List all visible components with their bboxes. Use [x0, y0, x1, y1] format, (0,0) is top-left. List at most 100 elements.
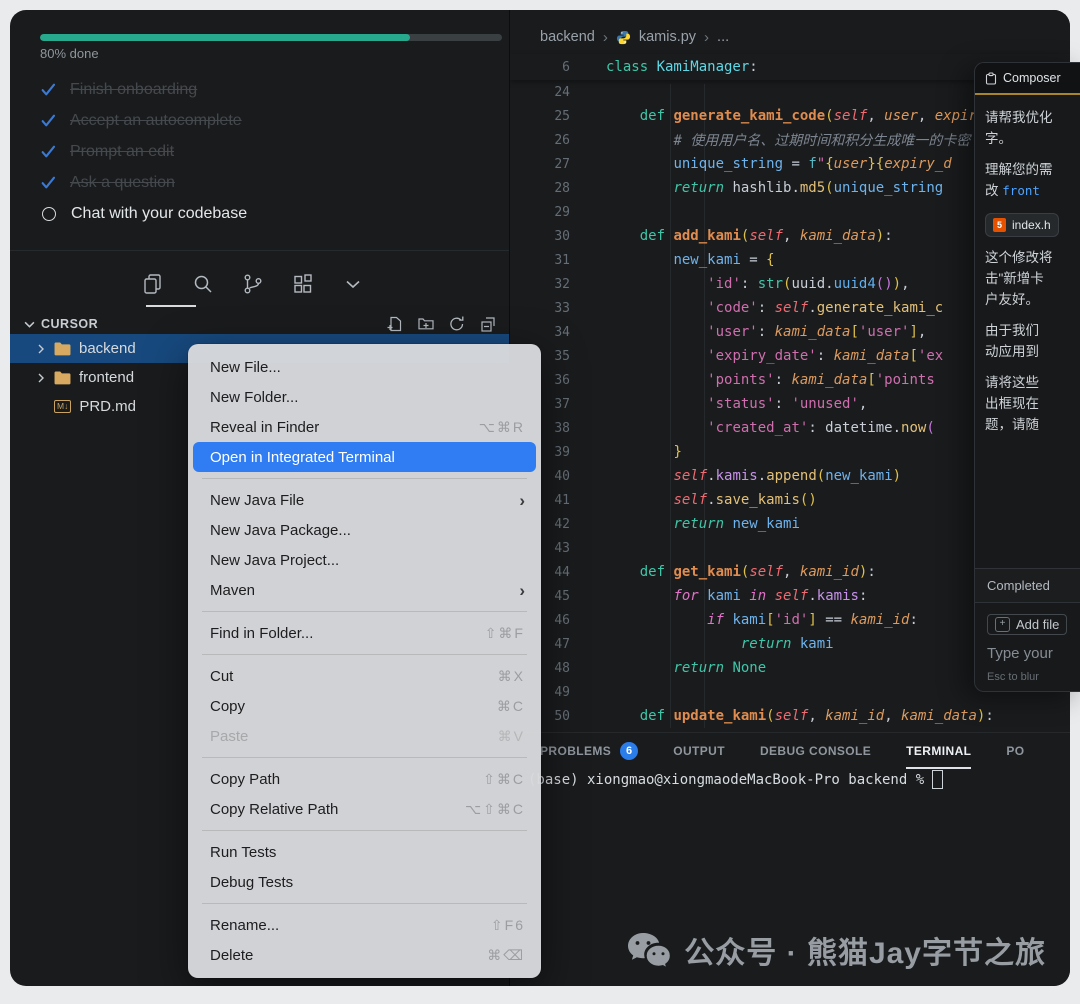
menu-separator	[202, 654, 527, 655]
panel-tab-output[interactable]: OUTPUT	[673, 733, 725, 769]
code-line: return kami	[606, 636, 834, 652]
code-token: 'user'	[707, 324, 758, 340]
panel-tab-problems[interactable]: PROBLEMS6	[540, 733, 638, 769]
menu-item-new-folder[interactable]: New Folder...	[188, 382, 541, 412]
panel-tab-debug-console[interactable]: DEBUG CONSOLE	[760, 733, 871, 769]
chevron-down-icon[interactable]	[340, 271, 366, 297]
chevron-down-icon[interactable]	[24, 319, 35, 330]
menu-item-label: Rename...	[210, 917, 279, 934]
menu-item-copy-relative-path[interactable]: Copy Relative Path⌥⇧⌘C	[188, 794, 541, 824]
code-token	[606, 133, 673, 149]
new-file-icon[interactable]	[386, 315, 404, 333]
watermark: 公众号 · 熊猫Jay字节之旅	[626, 928, 1046, 972]
menu-item-run-tests[interactable]: Run Tests	[188, 837, 541, 867]
menu-item-label: New Folder...	[210, 389, 298, 406]
menu-item-copy-path[interactable]: Copy Path⇧⌘C	[188, 764, 541, 794]
composer-paragraph: 理解您的需改 front	[985, 159, 1080, 201]
menu-item-maven[interactable]: Maven›	[188, 575, 541, 605]
onboarding-item[interactable]: Prompt an edit	[40, 136, 489, 167]
code-token: ()	[876, 276, 893, 292]
chevron-right-icon: ›	[603, 29, 608, 46]
onboarding-item[interactable]: Chat with your codebase	[40, 198, 489, 229]
breadcrumb-symbol[interactable]: ...	[717, 29, 729, 45]
code-token: kamis	[817, 588, 859, 604]
menu-item-debug-tests[interactable]: Debug Tests	[188, 867, 541, 897]
code-token	[606, 180, 673, 196]
menu-item-shortcut: ⌥⌘R	[479, 419, 525, 436]
code-line: 'code': self.generate_kami_c	[606, 300, 943, 316]
code-line: self.save_kamis()	[606, 492, 817, 508]
menu-item-new-file[interactable]: New File...	[188, 352, 541, 382]
code-token: new_kami	[732, 516, 799, 532]
line-number: 6	[510, 60, 570, 75]
menu-item-cut[interactable]: Cut⌘X	[188, 661, 541, 691]
panel-tab-po[interactable]: PO	[1006, 733, 1024, 769]
panel-tab-label: OUTPUT	[673, 744, 725, 758]
collapse-all-icon[interactable]	[479, 315, 497, 333]
composer-text-token: 出框现在	[985, 396, 1039, 411]
code-token	[606, 108, 640, 124]
menu-item-new-java-project[interactable]: New Java Project...	[188, 545, 541, 575]
code-token: update_kami	[673, 708, 766, 724]
code-line: # 使用用户名、过期时间和积分生成唯一的卡密	[606, 130, 970, 150]
extensions-icon[interactable]	[290, 271, 316, 297]
terminal[interactable]: (base) xiongmao@xiongmaodeMacBook-Pro ba…	[528, 770, 943, 789]
code-line: 'expiry_date': kami_data['ex	[606, 348, 943, 364]
new-folder-icon[interactable]	[417, 315, 435, 333]
terminal-prompt: (base) xiongmao@xiongmaodeMacBook-Pro ba…	[528, 772, 924, 788]
menu-item-copy[interactable]: Copy⌘C	[188, 691, 541, 721]
code-token: expiry_d	[884, 156, 951, 172]
menu-item-new-java-file[interactable]: New Java File›	[188, 485, 541, 515]
breadcrumb-file[interactable]: kamis.py	[639, 29, 696, 45]
submenu-arrow-icon: ›	[519, 582, 525, 599]
onboarding-item[interactable]: Accept an autocomplete	[40, 105, 489, 136]
file-chip[interactable]: 5index.h	[985, 213, 1059, 237]
code-token: .	[707, 492, 715, 508]
code-token: (	[926, 420, 934, 436]
menu-item-new-java-package[interactable]: New Java Package...	[188, 515, 541, 545]
code-token: :	[775, 372, 792, 388]
menu-item-delete[interactable]: Delete⌘⌫	[188, 940, 541, 970]
menu-item-open-in-integrated-terminal[interactable]: Open in Integrated Terminal	[193, 442, 536, 472]
search-icon[interactable]	[190, 271, 216, 297]
explorer-title: CURSOR	[41, 317, 98, 331]
code-token: self	[749, 564, 783, 580]
panel-tab-label: PROBLEMS	[540, 744, 611, 758]
code-token: self	[749, 228, 783, 244]
code-token	[606, 708, 640, 724]
onboarding-item[interactable]: Ask a question	[40, 167, 489, 198]
add-file-label: Add file	[1016, 617, 1059, 632]
onboarding-item[interactable]: Finish onboarding	[40, 74, 489, 105]
code-token: 'ex	[918, 348, 943, 364]
source-control-icon[interactable]	[240, 271, 266, 297]
code-line: def update_kami(self, kami_id, kami_data…	[606, 708, 994, 724]
code-line: def get_kami(self, kami_id):	[606, 564, 876, 580]
code-token	[606, 612, 707, 628]
composer-tab[interactable]: Composer	[975, 63, 1080, 95]
onboarding-item-label: Ask a question	[70, 174, 175, 192]
composer-text-line: 改 front	[985, 180, 1080, 201]
menu-item-rename[interactable]: Rename...⇧F6	[188, 910, 541, 940]
add-file-button[interactable]: + Add file	[987, 614, 1067, 635]
code-line: def add_kami(self, kami_data):	[606, 228, 893, 244]
tree-item-label: PRD.md	[79, 398, 136, 415]
plus-icon: +	[995, 617, 1010, 632]
code-line: def generate_kami_code(self, user, expir…	[606, 108, 1011, 124]
breadcrumb-folder[interactable]: backend	[540, 29, 595, 45]
code-line: for kami in self.kamis:	[606, 588, 867, 604]
menu-item-label: Reveal in Finder	[210, 419, 319, 436]
code-line: }	[606, 444, 682, 460]
code-token: self	[775, 300, 809, 316]
panel-tab-terminal[interactable]: TERMINAL	[906, 733, 971, 769]
code-token: generate_kami_code	[673, 108, 825, 124]
code-token: .	[808, 588, 816, 604]
refresh-icon[interactable]	[448, 315, 466, 333]
menu-item-shortcut: ⌘⌫	[487, 947, 525, 964]
menu-item-reveal-in-finder[interactable]: Reveal in Finder ⌥⌘R	[188, 412, 541, 442]
composer-input-placeholder[interactable]: Type your	[987, 645, 1069, 662]
files-icon[interactable]	[140, 271, 166, 297]
composer-input-area: + Add file Type your Esc to blur	[975, 602, 1080, 691]
code-token	[699, 588, 707, 604]
menu-item-find-in-folder[interactable]: Find in Folder...⇧⌘F	[188, 618, 541, 648]
terminal-cursor	[932, 770, 943, 789]
